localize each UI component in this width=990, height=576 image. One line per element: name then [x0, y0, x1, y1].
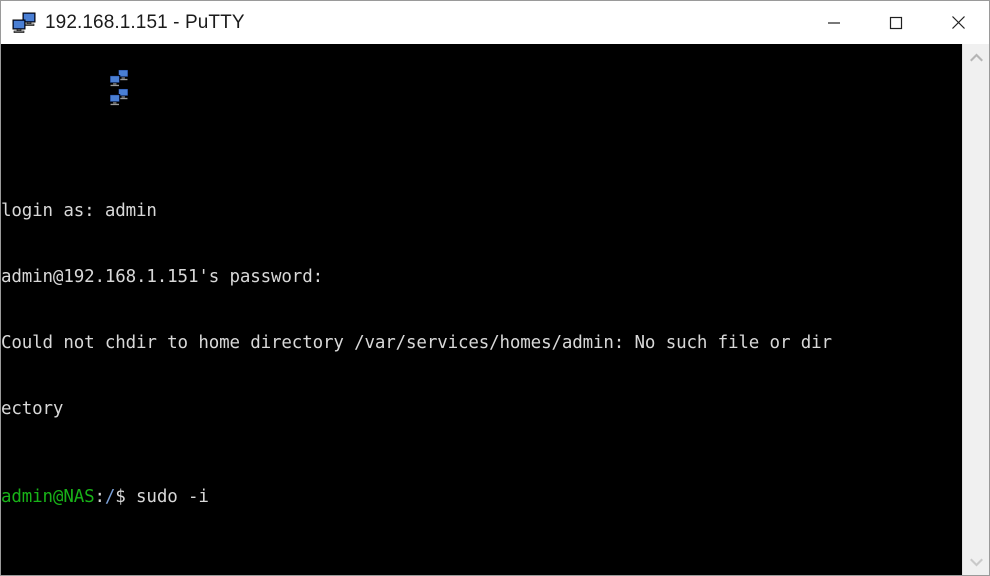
putty-icon-overlay-2: [4, 64, 129, 106]
prompt-path: /: [104, 487, 116, 507]
putty-window: 192.168.1.151 - PuTTY login as: admin ad…: [0, 0, 990, 576]
titlebar[interactable]: 192.168.1.151 - PuTTY: [1, 1, 989, 44]
window-title: 192.168.1.151 - PuTTY: [45, 11, 245, 33]
putty-icon: [11, 10, 37, 36]
terminal-screen[interactable]: login as: admin admin@192.168.1.151's pa…: [1, 44, 962, 575]
terminal-scrollbar[interactable]: [962, 44, 989, 575]
minimize-button[interactable]: [803, 1, 865, 44]
terminal-prompt-line: admin@NAS:/$ sudo -i: [1, 486, 962, 508]
terminal-text: login as: admin admin@192.168.1.151's pa…: [1, 44, 962, 575]
prompt-command: sudo -i: [125, 487, 209, 507]
terminal-line: login as: admin: [1, 201, 157, 221]
scrollbar-down-button[interactable]: [963, 549, 989, 575]
terminal-line: Could not chdir to home directory /var/s…: [1, 333, 832, 353]
maximize-icon: [889, 16, 903, 29]
maximize-button[interactable]: [865, 1, 927, 44]
scrollbar-up-button[interactable]: [963, 44, 989, 70]
terminal-line: admin@192.168.1.151's password:: [1, 267, 323, 287]
chevron-down-icon: [969, 558, 983, 566]
prompt-user-host: admin@NAS: [1, 487, 95, 507]
minimize-icon: [828, 21, 840, 24]
prompt-colon: :: [94, 487, 105, 507]
terminal-line: ectory: [1, 399, 64, 419]
prompt-sigil: $: [115, 487, 126, 507]
scrollbar-track[interactable]: [963, 70, 989, 549]
scrollbar-thumb[interactable]: [963, 70, 989, 549]
chevron-up-icon: [969, 53, 983, 61]
close-icon: [951, 16, 965, 29]
close-button[interactable]: [927, 1, 989, 44]
window-body: login as: admin admin@192.168.1.151's pa…: [1, 44, 989, 575]
window-controls: [803, 1, 989, 44]
